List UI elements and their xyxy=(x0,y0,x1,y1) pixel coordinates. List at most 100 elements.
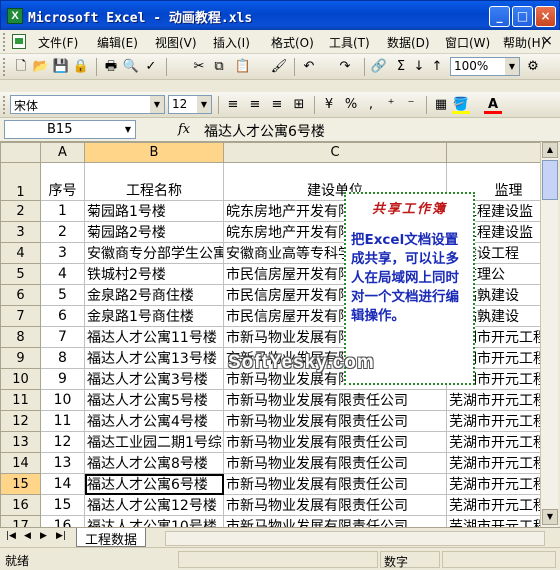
row-header[interactable]: 2 xyxy=(0,200,41,222)
font-select[interactable]: 宋体 ▼ xyxy=(10,95,165,114)
cell-b[interactable]: 菊园路2号楼 xyxy=(84,221,224,243)
row-header[interactable]: 8 xyxy=(0,326,41,348)
prev-sheet-icon[interactable]: ◀ xyxy=(24,531,31,541)
row-header[interactable]: 15 xyxy=(0,473,41,495)
sort-ascending-icon[interactable]: ↓ xyxy=(410,58,428,76)
cell-a[interactable]: 15 xyxy=(40,494,85,516)
spelling-icon[interactable]: ✓ xyxy=(142,58,160,76)
align-right-icon[interactable]: ≡ xyxy=(268,96,286,114)
cell-d[interactable]: 芜湖市开元工程建设 xyxy=(446,494,540,516)
row-header[interactable]: 12 xyxy=(0,410,41,432)
cell-d[interactable]: 芜湖市开元工程建设 xyxy=(446,410,540,432)
menu-grip[interactable] xyxy=(3,33,6,51)
cell-a[interactable]: 5 xyxy=(40,284,85,306)
column-header-b[interactable]: B xyxy=(84,142,224,163)
increase-decimal-icon[interactable]: ⁺ xyxy=(382,96,400,114)
save-icon[interactable]: 💾 xyxy=(52,58,70,76)
column-header-d[interactable]: D xyxy=(446,142,540,163)
last-sheet-icon[interactable]: ▶| xyxy=(56,531,66,541)
name-box[interactable]: B15 ▼ xyxy=(4,120,136,139)
insert-function-icon[interactable]: fx xyxy=(178,122,190,137)
vertical-scrollbar[interactable]: ▲ ▼ xyxy=(540,142,558,527)
minimize-button[interactable]: _ xyxy=(489,6,510,27)
cell-a[interactable]: 序号 xyxy=(40,162,85,201)
cell-b[interactable]: 福达人才公寓13号楼 xyxy=(84,347,224,369)
print-preview-icon[interactable]: 🔍 xyxy=(122,58,140,76)
chevron-down-icon[interactable]: ▼ xyxy=(505,58,519,75)
menu-edit[interactable]: 编辑(E) xyxy=(97,34,138,51)
menu-tools[interactable]: 工具(T) xyxy=(329,34,370,51)
cell-a[interactable]: 14 xyxy=(40,473,85,495)
row-header[interactable]: 17 xyxy=(0,515,41,527)
hyperlink-icon[interactable]: 🔗 xyxy=(370,58,388,76)
drawing-icon[interactable]: ⚙ xyxy=(524,58,542,76)
cell-b[interactable]: 福达人才公寓8号楼 xyxy=(84,452,224,474)
cell-b[interactable]: 铁城村2号楼 xyxy=(84,263,224,285)
maximize-button[interactable]: □ xyxy=(512,6,533,27)
cell-a[interactable]: 1 xyxy=(40,200,85,222)
new-file-icon[interactable]: 🗋 xyxy=(12,58,30,76)
cell-c[interactable]: 市新马物业发展有限责任公司 xyxy=(223,431,447,453)
cell-a[interactable]: 9 xyxy=(40,368,85,390)
font-size-select[interactable]: 12 ▼ xyxy=(168,95,212,114)
cell-a[interactable]: 13 xyxy=(40,452,85,474)
merge-center-icon[interactable]: ⊞ xyxy=(290,96,308,114)
first-sheet-icon[interactable]: |◀ xyxy=(6,531,16,541)
menu-insert[interactable]: 插入(I) xyxy=(213,34,250,51)
column-header-a[interactable]: A xyxy=(40,142,85,163)
chevron-down-icon[interactable]: ▼ xyxy=(150,96,164,113)
excel-app-icon[interactable]: X xyxy=(7,8,23,24)
cell-c[interactable]: 市新马物业发展有限责任公司 xyxy=(223,494,447,516)
menu-window[interactable]: 窗口(W) xyxy=(445,34,490,51)
cell-a[interactable]: 2 xyxy=(40,221,85,243)
cell-c[interactable]: 市新马物业发展有限责任公司 xyxy=(223,410,447,432)
currency-icon[interactable]: ¥ xyxy=(320,96,338,114)
cell-b[interactable]: 菊园路1号楼 xyxy=(84,200,224,222)
chevron-down-icon[interactable]: ▼ xyxy=(121,121,135,138)
cell-a[interactable]: 3 xyxy=(40,242,85,264)
redo-icon[interactable]: ↷ xyxy=(336,58,354,76)
row-header[interactable]: 7 xyxy=(0,305,41,327)
row-header[interactable]: 5 xyxy=(0,263,41,285)
cell-b[interactable]: 安徽商专分部学生公寓 xyxy=(84,242,224,264)
cell-a[interactable]: 12 xyxy=(40,431,85,453)
cell-b[interactable]: 福达人才公寓4号楼 xyxy=(84,410,224,432)
comma-icon[interactable]: , xyxy=(362,96,380,114)
menu-view[interactable]: 视图(V) xyxy=(155,34,197,51)
cell-c[interactable]: 市新马物业发展有限责任公司 xyxy=(223,473,447,495)
cell-a[interactable]: 8 xyxy=(40,347,85,369)
align-left-icon[interactable]: ≡ xyxy=(224,96,242,114)
row-header[interactable]: 14 xyxy=(0,452,41,474)
decrease-decimal-icon[interactable]: ⁻ xyxy=(402,96,420,114)
scroll-thumb[interactable] xyxy=(542,160,558,200)
cell-b[interactable]: 福达人才公寓6号楼 xyxy=(84,473,224,495)
cell-d[interactable]: 芜湖市开元工程建设 xyxy=(446,389,540,411)
menu-format[interactable]: 格式(O) xyxy=(271,34,314,51)
toolbar-grip[interactable] xyxy=(3,58,6,76)
cell-b[interactable]: 福达人才公寓3号楼 xyxy=(84,368,224,390)
cell-d[interactable]: 芜湖市开元工程建设 xyxy=(446,515,540,527)
menu-file[interactable]: 文件(F) xyxy=(38,34,78,51)
cell-b[interactable]: 福达人才公寓10号楼 xyxy=(84,515,224,527)
cell-d[interactable]: 芜湖市开元工程建设 xyxy=(446,473,540,495)
row-header[interactable]: 6 xyxy=(0,284,41,306)
copy-icon[interactable]: ⧉ xyxy=(210,58,228,76)
row-header[interactable]: 9 xyxy=(0,347,41,369)
close-button[interactable]: × xyxy=(535,6,556,27)
column-header-c[interactable]: C xyxy=(223,142,447,163)
row-header[interactable]: 11 xyxy=(0,389,41,411)
scroll-down-icon[interactable]: ▼ xyxy=(542,509,558,525)
scroll-up-icon[interactable]: ▲ xyxy=(542,142,558,158)
cell-d[interactable]: 芜湖市开元工程建设 xyxy=(446,452,540,474)
select-all-corner[interactable] xyxy=(0,142,41,163)
cell-b[interactable]: 福达人才公寓5号楼 xyxy=(84,389,224,411)
row-header[interactable]: 4 xyxy=(0,242,41,264)
print-icon[interactable]: 🖶 xyxy=(102,58,120,76)
borders-icon[interactable]: ▦ xyxy=(432,96,450,114)
cell-a[interactable]: 6 xyxy=(40,305,85,327)
row-header[interactable]: 10 xyxy=(0,368,41,390)
cell-a[interactable]: 7 xyxy=(40,326,85,348)
open-folder-icon[interactable]: 📂 xyxy=(32,58,50,76)
cell-b[interactable]: 工程名称 xyxy=(84,162,224,201)
fill-color-icon[interactable]: 🪣 xyxy=(452,96,470,114)
